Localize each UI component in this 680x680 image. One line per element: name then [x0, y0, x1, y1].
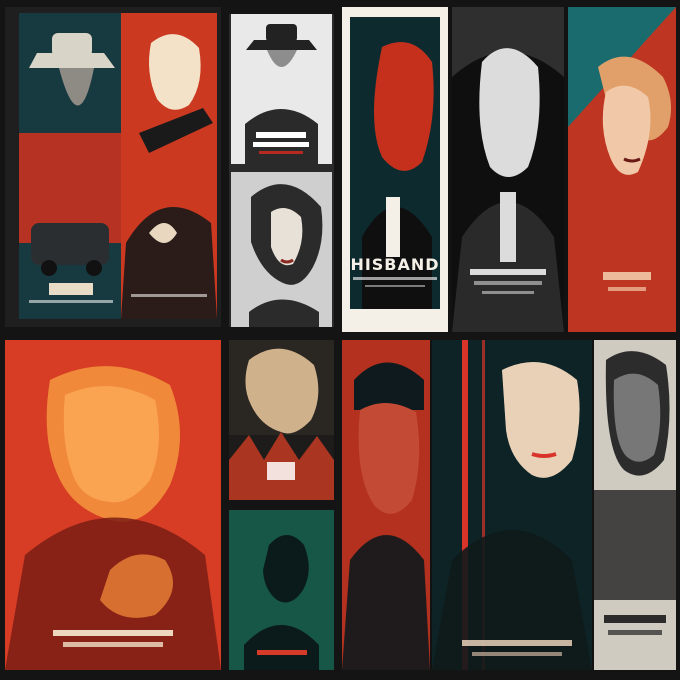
collage-panel-top-right: HISBAND	[342, 7, 676, 332]
poster-10	[229, 510, 334, 670]
poster-1-credits	[29, 300, 113, 303]
poster-6	[452, 7, 564, 332]
collage-panel-bottom-right	[342, 340, 676, 670]
poster-10-art	[229, 510, 334, 670]
poster-9-art	[229, 340, 334, 500]
poster-5-title: HISBAND	[350, 255, 440, 274]
poster-13	[594, 340, 676, 670]
poster-11	[342, 340, 430, 670]
poster-12	[432, 340, 592, 670]
poster-collage: HISBAND	[0, 0, 680, 680]
collage-panel-top-left	[5, 7, 221, 327]
poster-1	[19, 13, 123, 319]
poster-5: HISBAND	[342, 7, 448, 332]
poster-12-art	[432, 340, 592, 670]
poster-4-art	[231, 172, 332, 327]
poster-2-art	[121, 13, 217, 319]
poster-7-art	[568, 7, 676, 332]
poster-5-credits	[352, 277, 438, 280]
poster-5-credits-2	[365, 285, 425, 287]
poster-13-art	[594, 340, 676, 670]
poster-11-art	[342, 340, 430, 670]
poster-3	[231, 14, 332, 164]
poster-3-art	[231, 14, 332, 164]
poster-5-art	[342, 7, 448, 332]
poster-2	[121, 13, 217, 319]
poster-7	[568, 7, 676, 332]
poster-4	[231, 172, 332, 327]
poster-8-art	[5, 340, 221, 670]
poster-8	[5, 340, 221, 670]
poster-2-credits	[130, 294, 208, 297]
poster-9	[229, 340, 334, 500]
collage-panel-top-middle	[229, 14, 334, 327]
poster-1-art	[19, 13, 123, 319]
poster-6-art	[452, 7, 564, 332]
